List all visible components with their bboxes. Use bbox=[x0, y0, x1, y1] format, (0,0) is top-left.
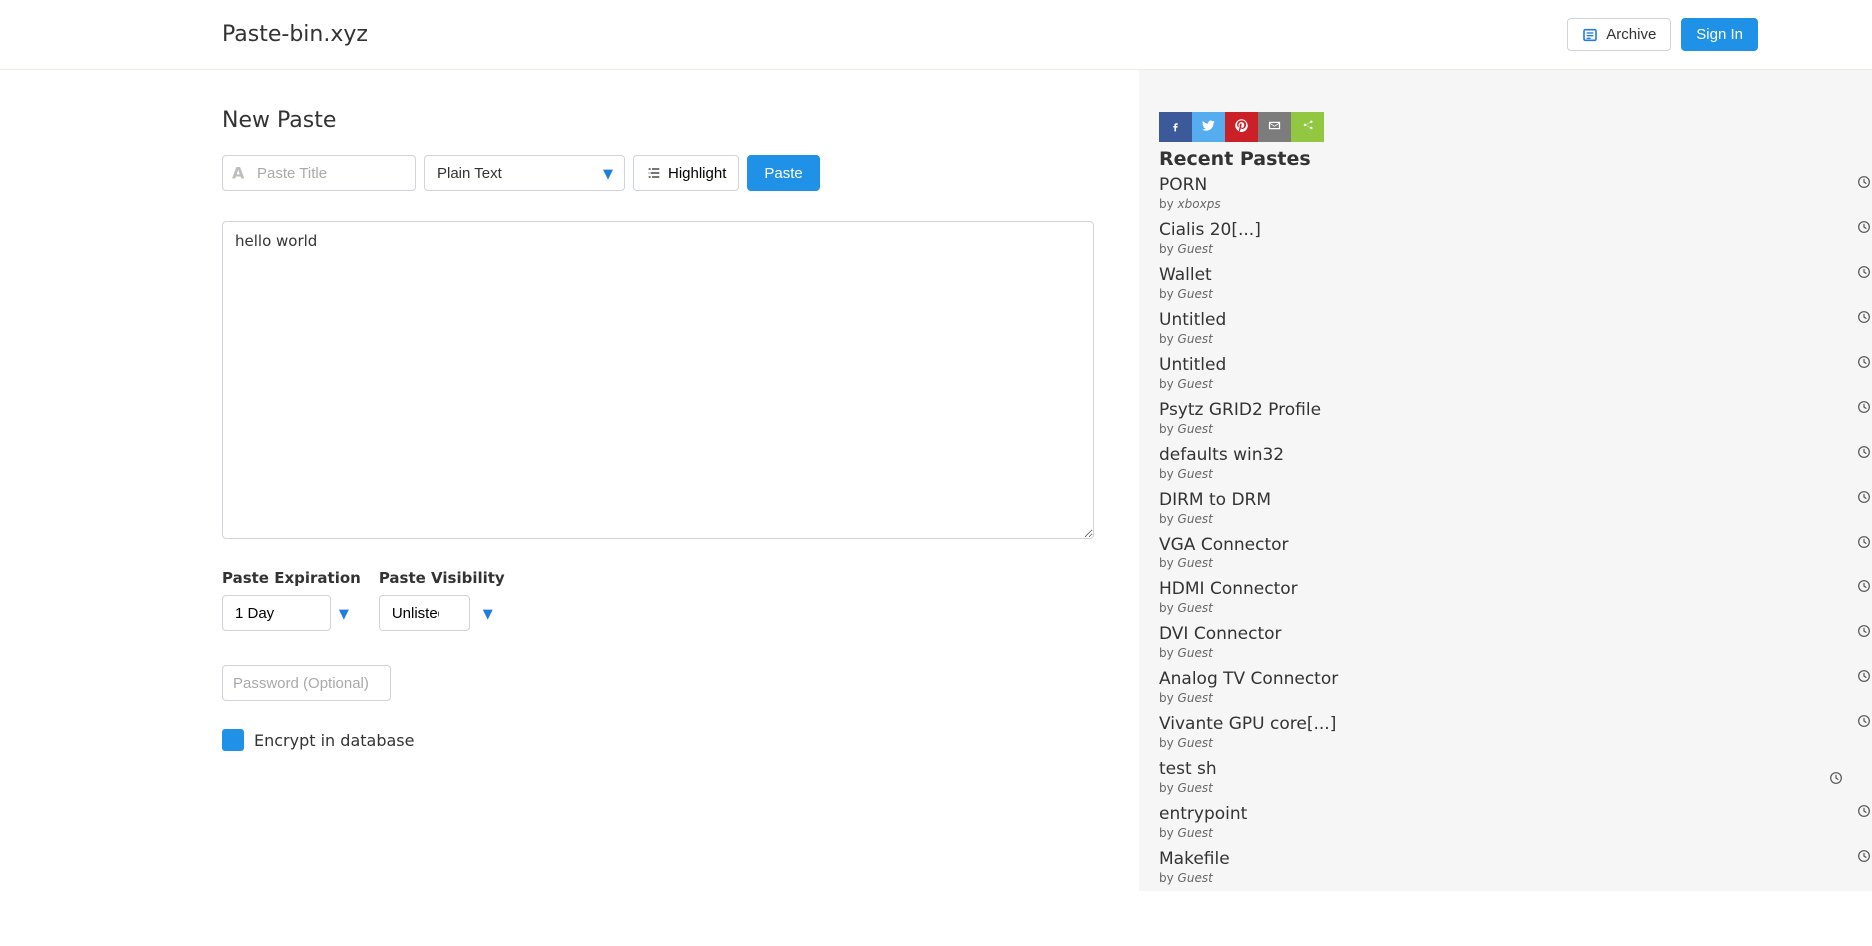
paste-author: by Guest bbox=[1159, 242, 1832, 256]
paste-author: by Guest bbox=[1159, 736, 1832, 750]
chevron-down-icon: ▼ bbox=[339, 607, 349, 622]
paste-link[interactable]: Wallet bbox=[1159, 264, 1832, 287]
language-select[interactable]: Plain Text bbox=[424, 155, 625, 191]
paste-author: by Guest bbox=[1159, 556, 1832, 570]
highlight-button[interactable]: Highlight bbox=[633, 155, 739, 191]
title-icon: A bbox=[232, 164, 244, 183]
clock-icon bbox=[1856, 309, 1872, 329]
list-item: Untitledby Guest bbox=[1159, 307, 1872, 352]
signin-button[interactable]: Sign In bbox=[1681, 18, 1758, 51]
facebook-icon bbox=[1169, 118, 1182, 137]
paste-link[interactable]: Makefile bbox=[1159, 848, 1832, 871]
clock-icon bbox=[1856, 713, 1872, 733]
archive-label: Archive bbox=[1606, 26, 1656, 43]
paste-link[interactable]: test sh bbox=[1159, 758, 1832, 781]
encrypt-label: Encrypt in database bbox=[254, 731, 414, 750]
paste-link[interactable]: Psytz GRID2 Profile bbox=[1159, 399, 1832, 422]
paste-link[interactable]: VGA Connector bbox=[1159, 534, 1832, 557]
clock-icon bbox=[1856, 668, 1872, 688]
list-item: Vivante GPU core[...]by Guest bbox=[1159, 711, 1872, 756]
chevron-down-icon: ▼ bbox=[483, 607, 493, 622]
clock-icon bbox=[1856, 399, 1872, 419]
paste-author: by Guest bbox=[1159, 601, 1832, 615]
recent-pastes-title: Recent Pastes bbox=[1159, 148, 1872, 170]
list-item: defaults win32by Guest bbox=[1159, 442, 1872, 487]
twitter-icon bbox=[1201, 118, 1216, 137]
paste-author: by Guest bbox=[1159, 287, 1832, 301]
share-icon bbox=[1300, 118, 1315, 137]
paste-button[interactable]: Paste bbox=[747, 155, 819, 191]
clock-icon bbox=[1856, 264, 1872, 284]
clock-icon bbox=[1856, 489, 1872, 509]
paste-author: by Guest bbox=[1159, 512, 1832, 526]
list-item: HDMI Connectorby Guest bbox=[1159, 576, 1872, 621]
list-item: DIRM to DRMby Guest bbox=[1159, 487, 1872, 532]
paste-link[interactable]: entrypoint bbox=[1159, 803, 1832, 826]
clock-icon bbox=[1856, 174, 1872, 194]
visibility-label: Paste Visibility bbox=[379, 569, 505, 587]
list-item: DVI Connectorby Guest bbox=[1159, 621, 1872, 666]
clock-icon bbox=[1856, 848, 1872, 868]
paste-content-textarea[interactable]: hello world bbox=[222, 221, 1094, 539]
list-item: Cialis 20[...]by Guest bbox=[1159, 217, 1872, 262]
clock-icon bbox=[1856, 534, 1872, 554]
paste-link[interactable]: Analog TV Connector bbox=[1159, 668, 1832, 691]
password-input[interactable] bbox=[222, 665, 391, 701]
paste-author: by Guest bbox=[1159, 422, 1832, 436]
paste-title-input[interactable] bbox=[222, 155, 416, 191]
list-item: entrypointby Guest bbox=[1159, 801, 1872, 846]
clock-icon bbox=[1856, 444, 1872, 464]
list-item: PORNby xboxps bbox=[1159, 172, 1872, 217]
brand-logo[interactable]: Paste-bin.xyz bbox=[222, 22, 1567, 47]
highlight-label: Highlight bbox=[668, 165, 726, 182]
list-item: Psytz GRID2 Profileby Guest bbox=[1159, 397, 1872, 442]
facebook-share-button[interactable] bbox=[1159, 112, 1192, 142]
page-title: New Paste bbox=[222, 108, 1139, 133]
expiration-select[interactable]: 1 Day bbox=[222, 595, 331, 631]
email-icon bbox=[1267, 118, 1282, 137]
paste-author: by Guest bbox=[1159, 646, 1832, 660]
paste-author: by Guest bbox=[1159, 377, 1832, 391]
paste-link[interactable]: Untitled bbox=[1159, 309, 1832, 332]
pinterest-share-button[interactable] bbox=[1225, 112, 1258, 142]
paste-link[interactable]: PORN bbox=[1159, 174, 1832, 197]
paste-link[interactable]: DVI Connector bbox=[1159, 623, 1832, 646]
paste-author: by Guest bbox=[1159, 826, 1832, 840]
list-item: test shby Guest bbox=[1159, 756, 1872, 801]
archive-button[interactable]: Archive bbox=[1567, 18, 1671, 51]
paste-author: by Guest bbox=[1159, 467, 1832, 481]
share-button[interactable] bbox=[1291, 112, 1324, 142]
paste-author: by Guest bbox=[1159, 332, 1832, 346]
list-item: Untitledby Guest bbox=[1159, 352, 1872, 397]
list-item: Walletby Guest bbox=[1159, 262, 1872, 307]
expiration-label: Paste Expiration bbox=[222, 569, 361, 587]
email-share-button[interactable] bbox=[1258, 112, 1291, 142]
twitter-share-button[interactable] bbox=[1192, 112, 1225, 142]
paste-author: by Guest bbox=[1159, 781, 1832, 795]
clock-icon bbox=[1856, 623, 1872, 643]
paste-link[interactable]: Untitled bbox=[1159, 354, 1832, 377]
paste-link[interactable]: Cialis 20[...] bbox=[1159, 219, 1832, 242]
paste-author: by Guest bbox=[1159, 691, 1832, 705]
paste-author: by xboxps bbox=[1159, 197, 1832, 211]
paste-link[interactable]: DIRM to DRM bbox=[1159, 489, 1832, 512]
clock-icon bbox=[1856, 803, 1872, 823]
paste-link[interactable]: HDMI Connector bbox=[1159, 578, 1832, 601]
archive-icon bbox=[1582, 27, 1598, 43]
clock-icon bbox=[1856, 219, 1872, 239]
list-item: VGA Connectorby Guest bbox=[1159, 532, 1872, 577]
visibility-select[interactable]: Unlisted bbox=[379, 595, 470, 631]
list-icon bbox=[646, 165, 662, 181]
encrypt-checkbox[interactable] bbox=[222, 729, 244, 751]
paste-link[interactable]: defaults win32 bbox=[1159, 444, 1832, 467]
paste-link[interactable]: Vivante GPU core[...] bbox=[1159, 713, 1832, 736]
list-item: Analog TV Connectorby Guest bbox=[1159, 666, 1872, 711]
clock-icon bbox=[1828, 770, 1844, 790]
paste-author: by Guest bbox=[1159, 871, 1832, 885]
clock-icon bbox=[1856, 578, 1872, 598]
clock-icon bbox=[1856, 354, 1872, 374]
pinterest-icon bbox=[1234, 118, 1249, 137]
list-item: Makefileby Guest bbox=[1159, 846, 1872, 891]
